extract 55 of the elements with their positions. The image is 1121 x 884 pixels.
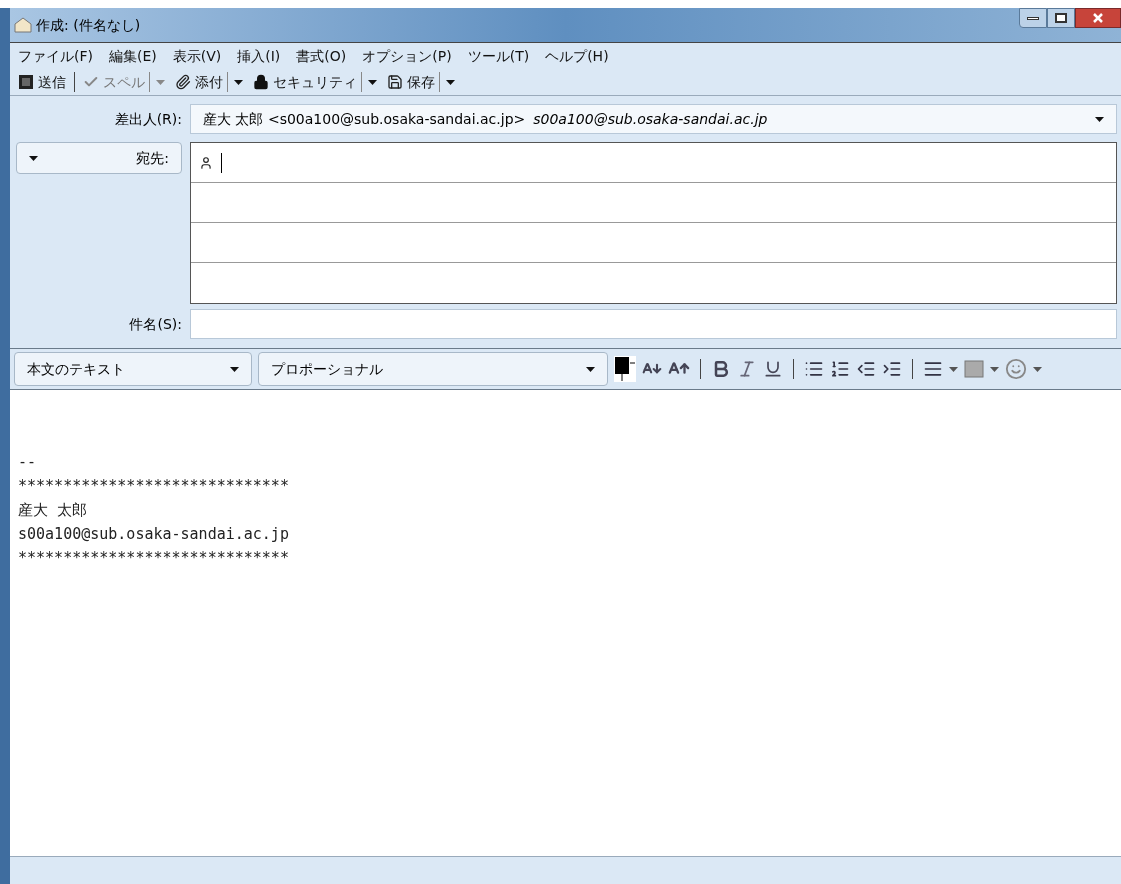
maximize-button[interactable] (1047, 8, 1075, 28)
underline-icon[interactable] (763, 359, 783, 379)
message-body[interactable]: -- ****************************** 産大 太郎 s00a100@sub.osaka-sandai.ac.jp ****************************** (10, 390, 1121, 856)
caret-icon (446, 79, 455, 85)
numbered-list-icon[interactable] (830, 359, 850, 379)
caret-icon (990, 366, 999, 372)
body-line: 産大 太郎 (18, 500, 89, 521)
lock-icon (253, 74, 269, 90)
window-title: 作成: (件名なし) (36, 15, 141, 35)
caret-icon (1095, 116, 1104, 122)
menu-item[interactable]: ヘルプ(H) (545, 45, 609, 67)
recipient-type-select[interactable]: 宛先: (16, 142, 182, 174)
menu-item[interactable]: ツール(T) (467, 45, 530, 67)
minimize-button[interactable] (1019, 8, 1047, 28)
font-select[interactable]: プロポーショナル (258, 352, 608, 386)
close-icon (1093, 13, 1103, 23)
outdent-icon[interactable] (856, 359, 876, 379)
body-line: s00a100@sub.osaka-sandai.ac.jp (18, 524, 290, 545)
toolbar-button[interactable]: 送信 (14, 71, 70, 93)
body-line: -- (18, 452, 38, 473)
from-select[interactable]: 産大 太郎 <s00a100@sub.osaka-sandai.ac.jp> s00a100@sub.osaka-sandai.ac.jp (190, 104, 1117, 134)
floppy-icon (387, 74, 403, 90)
subject-field[interactable] (190, 309, 1117, 339)
paragraph-style-select[interactable]: 本文のテキスト (14, 352, 252, 386)
menu-item[interactable]: 書式(O) (296, 45, 347, 67)
caret-icon (156, 79, 165, 85)
person-icon (199, 155, 213, 170)
caret-icon (368, 79, 377, 85)
bullet-list-icon[interactable] (804, 359, 824, 379)
send-icon (18, 74, 34, 90)
paperclip-icon (175, 74, 191, 90)
caret-icon (1033, 366, 1042, 372)
toolbar-button[interactable]: 添付 (171, 71, 227, 93)
body-line: ****************************** (18, 476, 290, 497)
menu-item[interactable]: 表示(V) (172, 45, 222, 67)
close-button[interactable] (1075, 8, 1121, 28)
smiley-icon[interactable] (1005, 358, 1027, 380)
toolbar-button[interactable]: 保存 (383, 71, 439, 93)
menu-item[interactable]: 編集(E) (109, 45, 157, 67)
toolbar-button[interactable]: セキュリティ (249, 71, 361, 93)
menu-item[interactable]: オプション(P) (362, 45, 452, 67)
caret-icon (949, 366, 958, 372)
menu-item[interactable]: 挿入(I) (237, 45, 281, 67)
menu-item[interactable]: ファイル(F) (18, 45, 93, 67)
caret-icon (586, 366, 595, 372)
body-line: ****************************** (18, 548, 290, 569)
caret-icon (234, 79, 243, 85)
text-color-icon[interactable] (614, 356, 636, 382)
align-icon[interactable] (923, 359, 943, 379)
indent-icon[interactable] (882, 359, 902, 379)
caret-icon (29, 155, 38, 161)
italic-icon[interactable] (737, 359, 757, 379)
from-label: 差出人(R): (113, 109, 183, 129)
subject-label: 件名(S): (128, 314, 183, 334)
caret-icon (230, 366, 239, 372)
